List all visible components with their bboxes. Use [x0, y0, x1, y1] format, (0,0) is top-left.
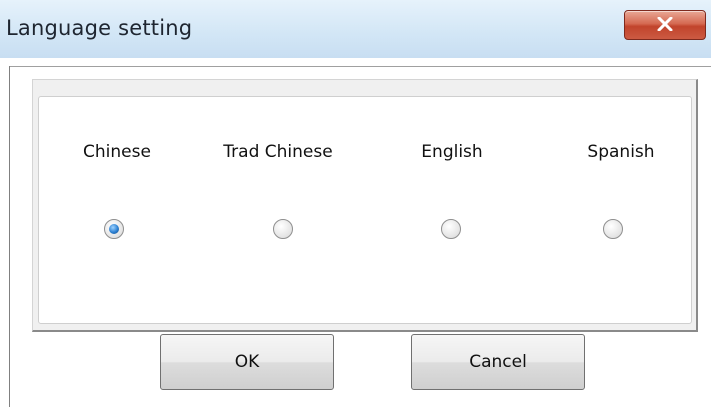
- language-label-english: English: [421, 142, 483, 162]
- close-icon: [657, 17, 673, 31]
- language-group-panel: [38, 96, 692, 324]
- dialog-title: Language setting: [6, 16, 193, 40]
- radio-english[interactable]: [441, 219, 461, 239]
- language-label-chinese: Chinese: [83, 142, 151, 162]
- radio-trad-chinese[interactable]: [273, 219, 293, 239]
- client-top-divider: [9, 66, 711, 67]
- language-label-spanish: Spanish: [587, 142, 655, 162]
- radio-chinese[interactable]: [104, 219, 124, 239]
- language-setting-dialog: Language setting Chinese Trad Chinese En…: [0, 0, 711, 407]
- radio-selected-dot: [109, 224, 119, 234]
- close-button[interactable]: [624, 10, 706, 40]
- ok-button[interactable]: OK: [160, 334, 334, 390]
- title-bar[interactable]: Language setting: [0, 0, 711, 58]
- cancel-button[interactable]: Cancel: [411, 334, 585, 390]
- client-left-border: [9, 66, 10, 407]
- language-label-trad-chinese: Trad Chinese: [223, 142, 333, 162]
- radio-spanish[interactable]: [603, 219, 623, 239]
